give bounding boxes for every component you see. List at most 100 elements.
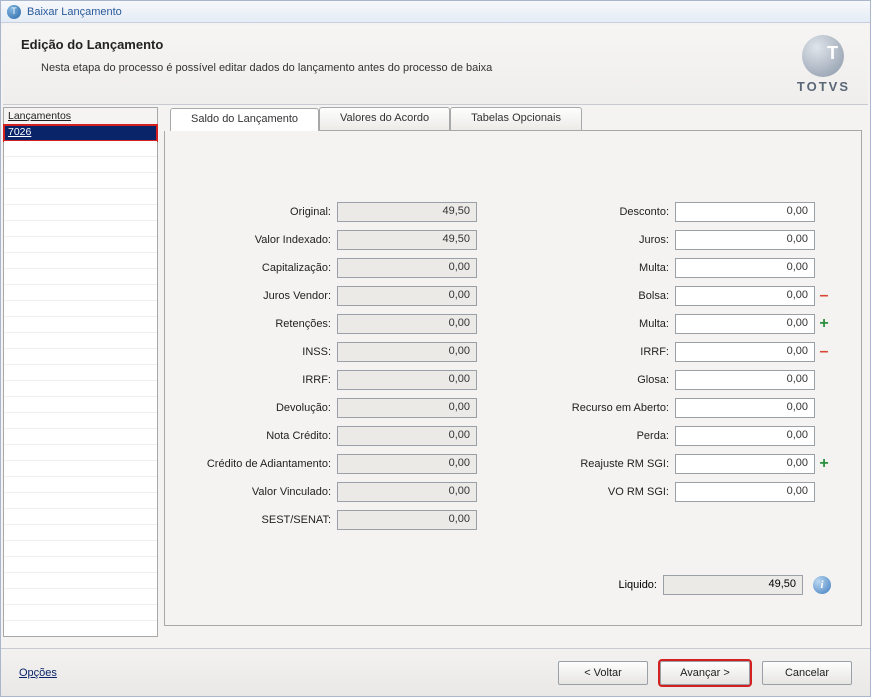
- options-button[interactable]: Opções: [19, 667, 57, 679]
- sidebar-empty-row[interactable]: [4, 381, 157, 397]
- sidebar-empty-row[interactable]: [4, 445, 157, 461]
- plus-icon: +: [817, 455, 831, 473]
- tab-tabelas-opcionais[interactable]: Tabelas Opcionais: [450, 107, 582, 130]
- field-value: 0,00: [337, 482, 477, 502]
- field-label: INSS:: [185, 346, 337, 358]
- field-row: Valor Indexado:49,50: [185, 229, 493, 251]
- liquido-value: 49,50: [663, 575, 803, 595]
- page-subtitle: Nesta etapa do processo é possível edita…: [21, 62, 850, 74]
- field-label: Crédito de Adiantamento:: [185, 458, 337, 470]
- sidebar-empty-row[interactable]: [4, 253, 157, 269]
- field-row: Nota Crédito:0,00: [185, 425, 493, 447]
- field-row: VO RM SGI:0,00: [523, 481, 831, 503]
- sidebar-empty-row[interactable]: [4, 269, 157, 285]
- sidebar-empty-row[interactable]: [4, 237, 157, 253]
- sidebar-empty-row[interactable]: [4, 221, 157, 237]
- field-value[interactable]: 0,00: [675, 230, 815, 250]
- sidebar-empty-row[interactable]: [4, 605, 157, 621]
- wizard-footer: Opções < Voltar Avançar > Cancelar: [1, 648, 870, 696]
- field-value[interactable]: 0,00: [675, 314, 815, 334]
- tab-strip: Saldo do Lançamento Valores do Acordo Ta…: [170, 107, 862, 131]
- sidebar-empty-row[interactable]: [4, 317, 157, 333]
- main-panel: Saldo do Lançamento Valores do Acordo Ta…: [158, 107, 868, 637]
- cancel-button[interactable]: Cancelar: [762, 661, 852, 685]
- field-value[interactable]: 0,00: [675, 258, 815, 278]
- field-row: Original:49,50: [185, 201, 493, 223]
- field-value[interactable]: 0,00: [675, 370, 815, 390]
- sidebar-empty-row[interactable]: [4, 189, 157, 205]
- page-title: Edição do Lançamento: [21, 37, 850, 52]
- field-label: Perda:: [523, 430, 675, 442]
- right-column: Desconto:0,00Juros:0,00Multa:0,00Bolsa:0…: [523, 201, 831, 537]
- field-value[interactable]: 0,00: [675, 454, 815, 474]
- sidebar-empty-row[interactable]: [4, 349, 157, 365]
- field-label: Original:: [185, 206, 337, 218]
- sidebar-empty-row[interactable]: [4, 573, 157, 589]
- minus-icon: –: [817, 343, 831, 361]
- sidebar-empty-row[interactable]: [4, 461, 157, 477]
- field-row: Perda:0,00: [523, 425, 831, 447]
- field-value: 0,00: [337, 510, 477, 530]
- field-value[interactable]: 0,00: [675, 398, 815, 418]
- app-icon: T: [7, 5, 21, 19]
- sidebar-empty-row[interactable]: [4, 493, 157, 509]
- field-row: Multa:0,00+: [523, 313, 831, 335]
- window-baixar-lancamento: T Baixar Lançamento Edição do Lançamento…: [0, 0, 871, 697]
- field-row: Juros Vendor:0,00: [185, 285, 493, 307]
- sidebar-empty-row[interactable]: [4, 477, 157, 493]
- sidebar-empty-row[interactable]: [4, 285, 157, 301]
- sidebar-empty-row[interactable]: [4, 525, 157, 541]
- field-row: Retenções:0,00: [185, 313, 493, 335]
- sidebar-empty-row[interactable]: [4, 413, 157, 429]
- tab-valores-acordo[interactable]: Valores do Acordo: [319, 107, 450, 130]
- liquido-label: Liquido:: [618, 579, 657, 591]
- field-value: 0,00: [337, 258, 477, 278]
- tab-saldo[interactable]: Saldo do Lançamento: [170, 108, 319, 131]
- sidebar-empty-row[interactable]: [4, 157, 157, 173]
- brand-logo: TOTVS: [797, 35, 850, 94]
- plus-icon: +: [817, 315, 831, 333]
- field-label: Desconto:: [523, 206, 675, 218]
- field-row: Devolução:0,00: [185, 397, 493, 419]
- field-value: 0,00: [337, 426, 477, 446]
- field-value[interactable]: 0,00: [675, 482, 815, 502]
- sidebar-header[interactable]: Lançamentos: [4, 108, 157, 125]
- field-value[interactable]: 0,00: [675, 286, 815, 306]
- sidebar-empty-row[interactable]: [4, 141, 157, 157]
- sidebar-empty-row[interactable]: [4, 429, 157, 445]
- sidebar-empty-row[interactable]: [4, 557, 157, 573]
- tab-pane-saldo: Original:49,50Valor Indexado:49,50Capita…: [164, 131, 862, 626]
- sidebar-item[interactable]: 7026: [4, 125, 157, 141]
- field-value: 0,00: [337, 314, 477, 334]
- sidebar-empty-row[interactable]: [4, 333, 157, 349]
- field-label: Juros:: [523, 234, 675, 246]
- field-value: 49,50: [337, 202, 477, 222]
- field-label: SEST/SENAT:: [185, 514, 337, 526]
- sidebar-empty-row[interactable]: [4, 205, 157, 221]
- field-value[interactable]: 0,00: [675, 202, 815, 222]
- field-label: VO RM SGI:: [523, 486, 675, 498]
- field-value: 0,00: [337, 286, 477, 306]
- sidebar-empty-row[interactable]: [4, 541, 157, 557]
- sidebar-empty-row[interactable]: [4, 397, 157, 413]
- field-value[interactable]: 0,00: [675, 426, 815, 446]
- sidebar-empty-row[interactable]: [4, 301, 157, 317]
- titlebar: T Baixar Lançamento: [1, 1, 870, 23]
- field-row: Juros:0,00: [523, 229, 831, 251]
- field-label: Glosa:: [523, 374, 675, 386]
- field-label: Valor Vinculado:: [185, 486, 337, 498]
- field-row: Capitalização:0,00: [185, 257, 493, 279]
- field-row: SEST/SENAT:0,00: [185, 509, 493, 531]
- field-label: Retenções:: [185, 318, 337, 330]
- field-label: Multa:: [523, 262, 675, 274]
- sidebar-empty-row[interactable]: [4, 589, 157, 605]
- field-label: Valor Indexado:: [185, 234, 337, 246]
- back-button[interactable]: < Voltar: [558, 661, 648, 685]
- next-button[interactable]: Avançar >: [660, 661, 750, 685]
- sidebar-empty-row[interactable]: [4, 509, 157, 525]
- field-value[interactable]: 0,00: [675, 342, 815, 362]
- field-row: Multa:0,00: [523, 257, 831, 279]
- sidebar-empty-row[interactable]: [4, 173, 157, 189]
- sidebar-empty-row[interactable]: [4, 365, 157, 381]
- info-icon[interactable]: i: [813, 576, 831, 594]
